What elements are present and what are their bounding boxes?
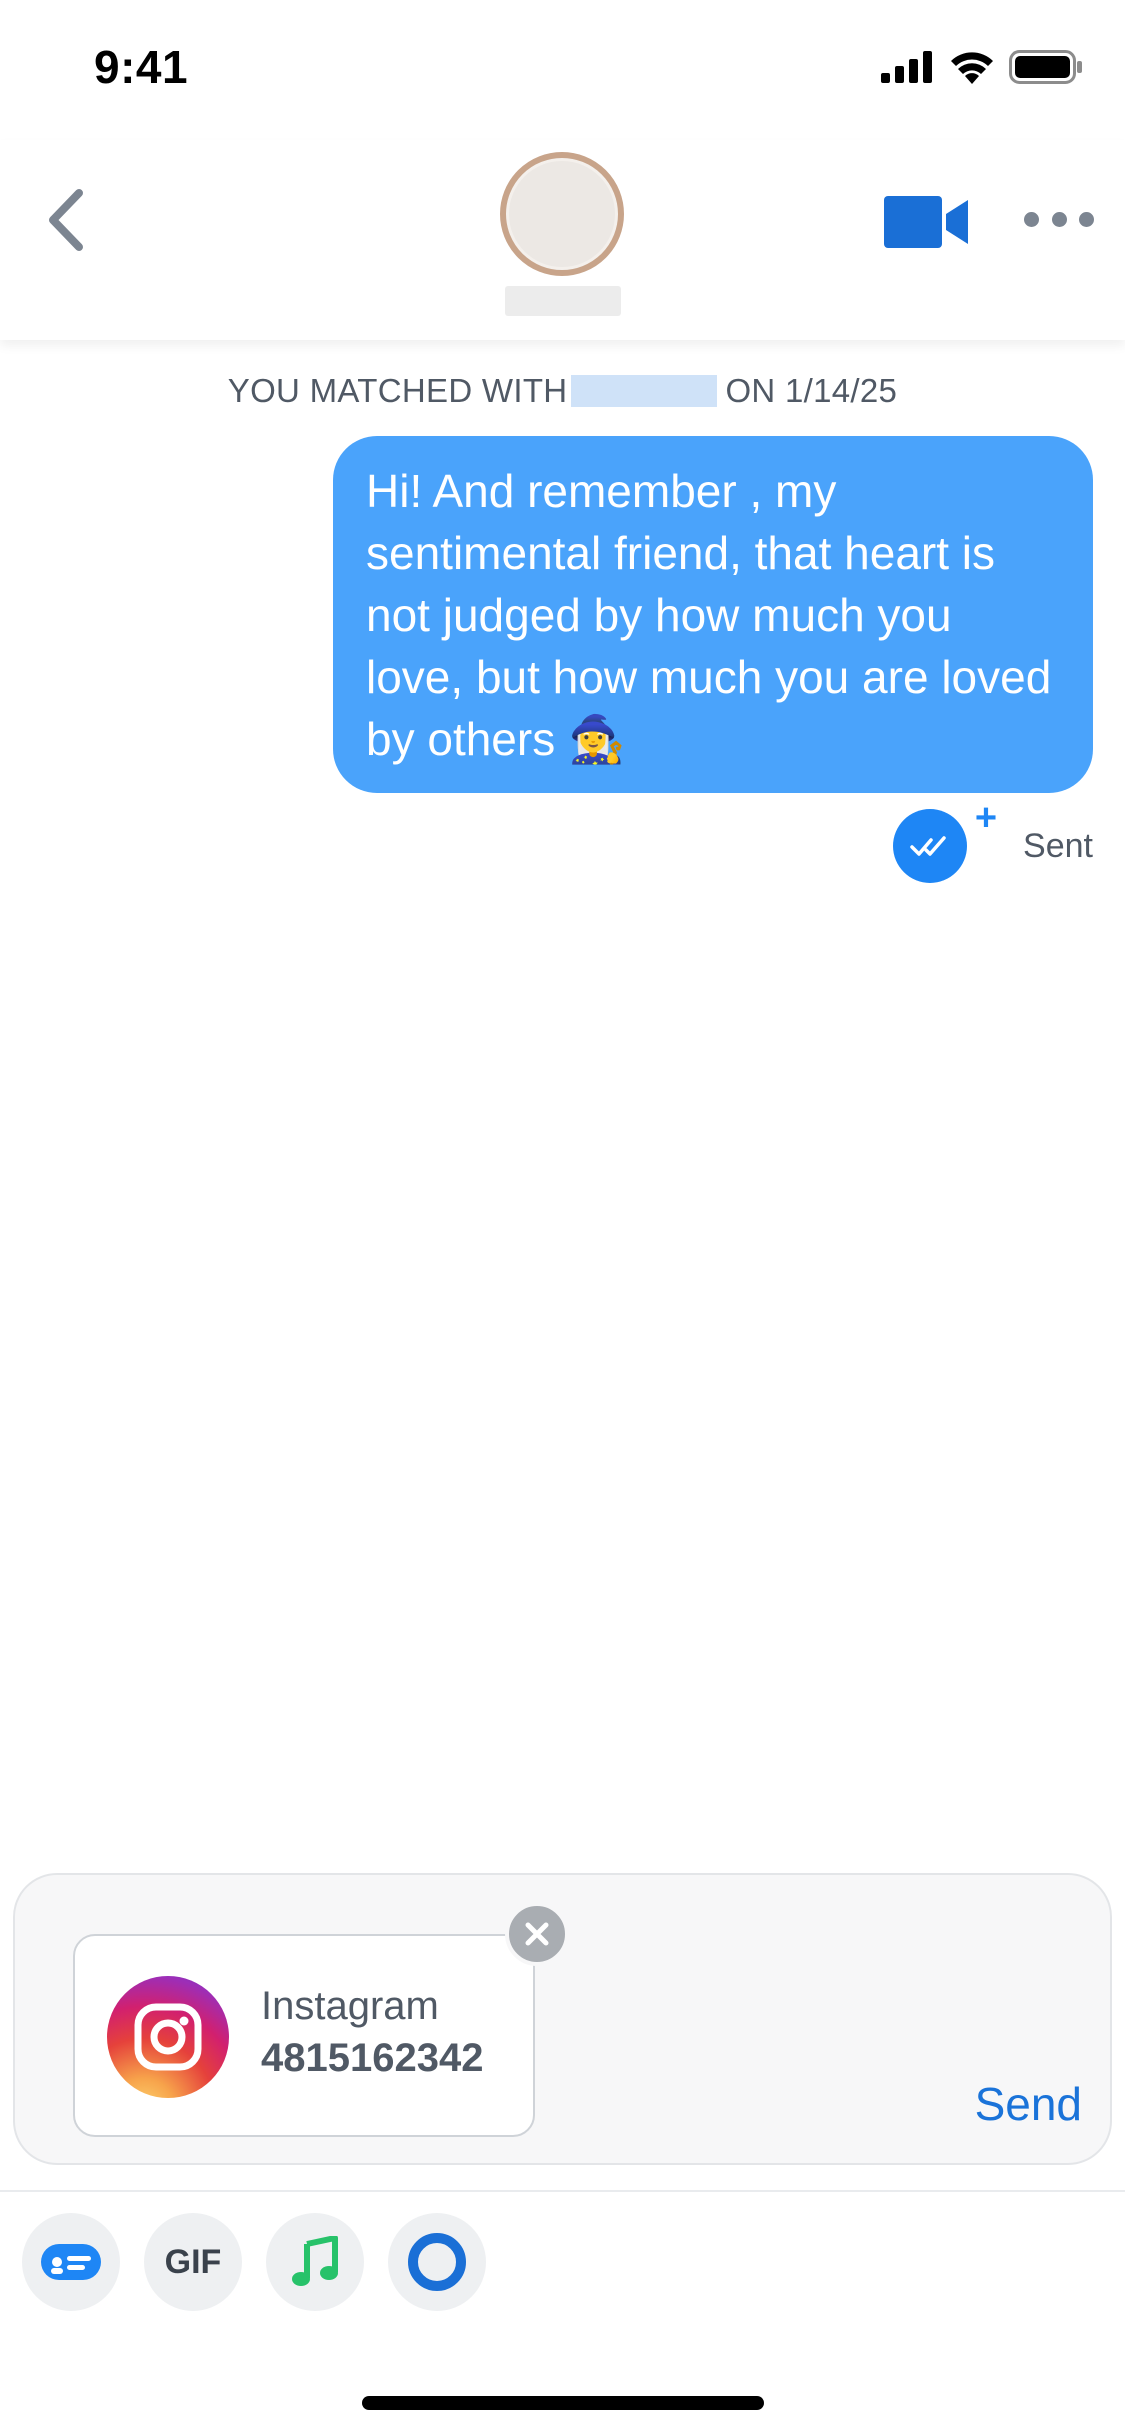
gif-icon: GIF [164,2242,222,2281]
sticker-card-icon [41,2244,101,2280]
message-bubble[interactable]: Hi! And remember , my sentimental friend… [333,436,1093,793]
chevron-left-icon [49,189,83,251]
message-composer[interactable]: Instagram 4815162342 Send [13,1873,1112,2165]
match-suffix: ON 1/14/25 [725,372,898,409]
ellipsis-icon [1024,211,1039,227]
battery-icon [1009,50,1082,84]
loading-ring-button[interactable] [388,2213,486,2311]
attachment-title: Instagram [261,1984,439,2028]
wifi-icon [951,52,993,84]
gif-button[interactable]: GIF [144,2213,242,2311]
remove-attachment-button[interactable] [505,1902,569,1966]
back-button[interactable] [38,180,94,260]
match-name-redacted[interactable] [505,286,621,316]
video-call-button[interactable] [884,194,970,250]
video-camera-icon [884,196,968,248]
instagram-icon [107,1976,229,2098]
read-receipt-button[interactable]: + [893,799,997,883]
music-button[interactable] [266,2213,364,2311]
signal-icon [881,51,932,83]
double-check-icon [910,836,946,856]
message-status: + Sent [893,799,1093,883]
match-date-line: YOU MATCHED WITH ON 1/14/25 [0,372,1125,410]
avatar[interactable] [500,152,624,276]
match-name-redacted-inline [571,375,718,407]
sent-status-label: Sent [1023,826,1093,865]
home-indicator [362,2396,764,2410]
match-prefix: YOU MATCHED WITH [227,372,568,409]
attachment-handle: 4815162342 [261,2036,484,2080]
loading-ring-icon [408,2233,466,2291]
music-note-icon [292,2236,338,2286]
toolbar-divider [0,2190,1125,2192]
more-options-button[interactable] [1024,204,1094,234]
instagram-attachment-card[interactable]: Instagram 4815162342 [73,1934,535,2137]
plus-icon: + [974,797,998,839]
sticker-card-button[interactable] [22,2213,120,2311]
composer-toolbar: GIF [22,2213,486,2311]
send-button[interactable]: Send [975,2077,1082,2131]
chat-header [0,140,1125,340]
status-time: 9:41 [94,41,189,93]
message-text: Hi! And remember , my sentimental friend… [366,465,1052,765]
status-bar: 9:41 [0,0,1125,140]
close-icon [525,1922,549,1946]
status-icons [881,50,1083,84]
